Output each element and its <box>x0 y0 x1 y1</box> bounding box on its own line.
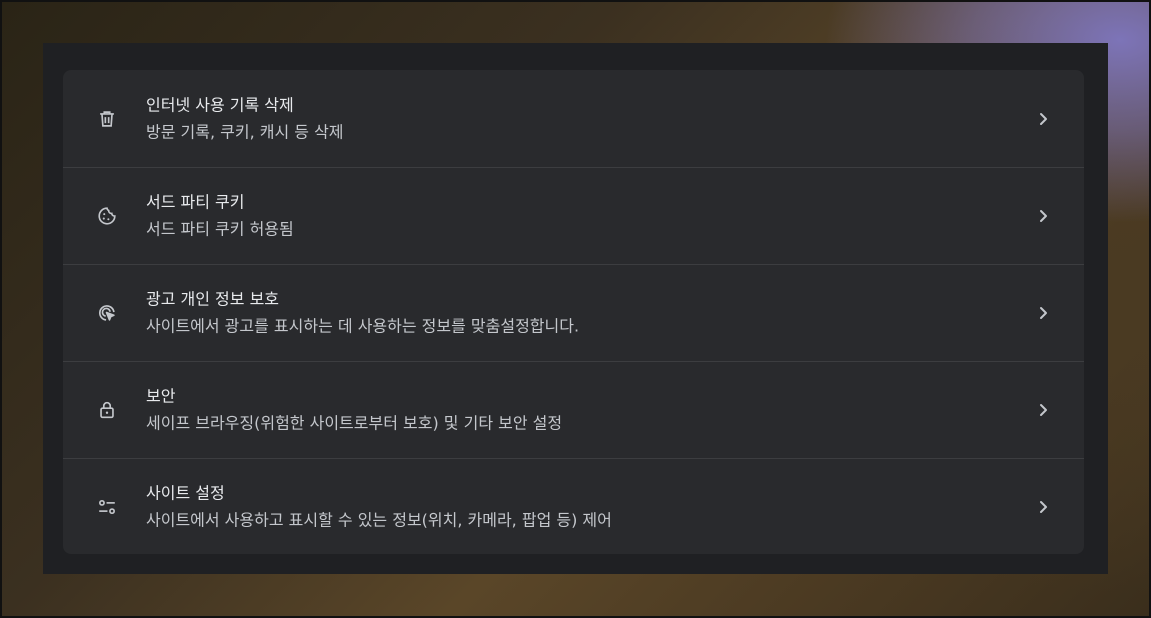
chevron-right-icon <box>1035 499 1051 515</box>
row-title: 보안 <box>146 386 176 406</box>
ad-privacy-icon <box>96 302 118 324</box>
row-subtitle: 서드 파티 쿠키 허용됨 <box>146 219 294 239</box>
settings-panel: 인터넷 사용 기록 삭제 방문 기록, 쿠키, 캐시 등 삭제 서드 파티 쿠키… <box>43 43 1108 574</box>
clear-browsing-data-row[interactable]: 인터넷 사용 기록 삭제 방문 기록, 쿠키, 캐시 등 삭제 <box>63 70 1084 167</box>
trash-icon <box>96 108 118 130</box>
chevron-right-icon <box>1035 111 1051 127</box>
third-party-cookies-row[interactable]: 서드 파티 쿠키 서드 파티 쿠키 허용됨 <box>63 167 1084 264</box>
row-title: 사이트 설정 <box>146 483 225 503</box>
row-title: 인터넷 사용 기록 삭제 <box>146 95 294 114</box>
row-title: 서드 파티 쿠키 <box>146 192 245 212</box>
cookie-icon <box>96 205 118 227</box>
chevron-right-icon <box>1035 208 1051 224</box>
security-row[interactable]: 보안 세이프 브라우징(위험한 사이트로부터 보호) 및 기타 보안 설정 <box>63 361 1084 458</box>
row-title: 광고 개인 정보 보호 <box>146 289 280 309</box>
row-subtitle: 방문 기록, 쿠키, 캐시 등 삭제 <box>146 122 344 141</box>
row-subtitle: 사이트에서 광고를 표시하는 데 사용하는 정보를 맞춤설정합니다. <box>146 316 580 336</box>
ad-privacy-row[interactable]: 광고 개인 정보 보호 사이트에서 광고를 표시하는 데 사용하는 정보를 맞춤… <box>63 264 1084 361</box>
chevron-right-icon <box>1035 305 1051 321</box>
row-subtitle: 세이프 브라우징(위험한 사이트로부터 보호) 및 기타 보안 설정 <box>146 413 563 433</box>
chevron-right-icon <box>1035 402 1051 418</box>
privacy-security-card: 인터넷 사용 기록 삭제 방문 기록, 쿠키, 캐시 등 삭제 서드 파티 쿠키… <box>63 70 1084 554</box>
lock-icon <box>96 399 118 421</box>
row-subtitle: 사이트에서 사용하고 표시할 수 있는 정보(위치, 카메라, 팝업 등) 제어 <box>146 510 612 530</box>
site-settings-row[interactable]: 사이트 설정 사이트에서 사용하고 표시할 수 있는 정보(위치, 카메라, 팝… <box>63 458 1084 554</box>
tune-icon <box>96 496 118 518</box>
